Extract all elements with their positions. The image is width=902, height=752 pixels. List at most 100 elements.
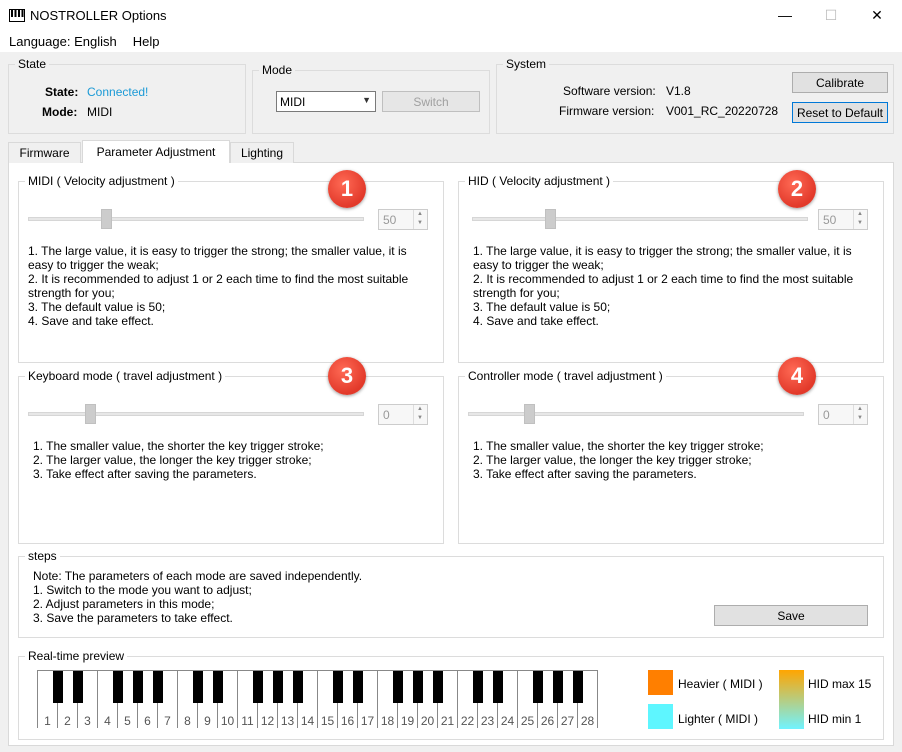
hid-value-spinner[interactable]: 50 ▲ ▼ (818, 209, 868, 230)
description-line: 1. The smaller value, the shorter the ke… (473, 439, 764, 453)
piano-key-number: 7 (164, 714, 171, 728)
piano-black-key (113, 671, 123, 703)
piano-black-key (53, 671, 63, 703)
piano-key-number: 23 (480, 714, 495, 728)
description-line: 2. The larger value, the longer the key … (473, 453, 752, 467)
menu-help[interactable]: Help (133, 34, 160, 49)
midi-slider-track[interactable] (28, 217, 364, 221)
keyboard-slider-track[interactable] (28, 412, 364, 416)
tab-firmware[interactable]: Firmware (8, 142, 81, 163)
piano-key-number: 2 (64, 714, 71, 728)
piano-black-key (153, 671, 163, 703)
midi-panel-title: MIDI ( Velocity adjustment ) (25, 174, 178, 188)
piano-key-number: 4 (104, 714, 111, 728)
piano-key-number: 24 (500, 714, 515, 728)
piano-black-key (133, 671, 143, 703)
description-line: 1. The large value, it is easy to trigge… (28, 244, 407, 258)
piano-key-number: 20 (420, 714, 435, 728)
tab-parameter-label: Parameter Adjustment (96, 145, 216, 159)
spinner-arrows[interactable]: ▲ ▼ (853, 210, 867, 229)
piano-black-key (353, 671, 363, 703)
spinner-arrows[interactable]: ▲ ▼ (413, 405, 427, 424)
piano-keyboard: 1 2 3 4 5 6 7 8 9 10 11 12 13 14 15 16 17 18 19 20 21 22 23 24 2… (37, 670, 598, 728)
piano-black-key (433, 671, 443, 703)
piano-black-key (73, 671, 83, 703)
keyboard-value: 0 (383, 407, 390, 422)
spin-up-icon: ▲ (417, 406, 423, 412)
close-icon: ✕ (871, 6, 883, 23)
piano-key-number: 26 (540, 714, 555, 728)
tab-parameter-adjustment[interactable]: Parameter Adjustment (82, 140, 230, 163)
description-line: 2. It is recommended to adjust 1 or 2 ea… (28, 272, 409, 286)
reset-button-label: Reset to Default (796, 105, 884, 120)
menu-language[interactable]: Language: English (9, 34, 117, 49)
steps-description: Note: The parameters of each mode are sa… (33, 569, 533, 625)
description-line: 2. Adjust parameters in this mode; (33, 597, 215, 611)
keyboard-slider-thumb[interactable] (85, 404, 96, 424)
close-button[interactable]: ✕ (854, 0, 900, 30)
menu-bar: Language: English Help (0, 30, 902, 52)
mode-group-legend: Mode (259, 63, 296, 77)
spin-up-icon: ▲ (857, 211, 863, 217)
firmware-version-label: Firmware version: (559, 104, 655, 118)
maximize-button[interactable]: ☐ (808, 0, 854, 30)
controller-panel-title: Controller mode ( travel adjustment ) (465, 369, 666, 383)
spin-down-icon: ▼ (857, 415, 863, 421)
tab-lighting[interactable]: Lighting (230, 142, 294, 163)
badge-1: 1 (328, 170, 366, 208)
piano-key-number: 16 (340, 714, 355, 728)
switch-button[interactable]: Switch (382, 91, 480, 112)
description-line: 1. The smaller value, the shorter the ke… (33, 439, 324, 453)
description-line: Note: The parameters of each mode are sa… (33, 569, 363, 583)
controller-slider-track[interactable] (468, 412, 804, 416)
hid-slider-thumb[interactable] (545, 209, 556, 229)
mode-label: Mode: (42, 105, 78, 119)
firmware-version-value: V001_RC_20220728 (666, 104, 779, 118)
piano-key-number: 28 (580, 714, 595, 728)
piano-key-number: 22 (460, 714, 475, 728)
tab-lighting-label: Lighting (240, 146, 284, 160)
piano-key-number: 27 (560, 714, 575, 728)
steps-title: steps (25, 549, 60, 563)
keyboard-value-spinner[interactable]: 0 ▲ ▼ (378, 404, 428, 425)
midi-value-spinner[interactable]: 50 ▲ ▼ (378, 209, 428, 230)
piano-black-key (393, 671, 403, 703)
description-line: 3. Save the parameters to take effect. (33, 611, 233, 625)
piano-black-key (193, 671, 203, 703)
hid-value: 50 (823, 212, 837, 227)
badge-3: 3 (328, 357, 366, 395)
hid-slider-track[interactable] (472, 217, 808, 221)
description-line: strength for you; (28, 286, 115, 300)
chevron-down-icon: ▼ (362, 95, 371, 105)
piano-black-key (553, 671, 563, 703)
mode-select[interactable]: MIDI ▼ (276, 91, 376, 112)
spinner-arrows[interactable]: ▲ ▼ (413, 210, 427, 229)
description-line: easy to trigger the weak; (473, 258, 604, 272)
software-version-value: V1.8 (666, 84, 691, 98)
piano-black-key (493, 671, 503, 703)
reset-to-default-button[interactable]: Reset to Default (792, 102, 888, 123)
controller-value: 0 (823, 407, 830, 422)
preview-title: Real-time preview (25, 649, 128, 663)
controller-slider-thumb[interactable] (524, 404, 535, 424)
piano-black-key (413, 671, 423, 703)
hid-description: 1. The large value, it is easy to trigge… (473, 244, 878, 328)
calibrate-button-label: Calibrate (815, 75, 865, 90)
save-button[interactable]: Save (714, 605, 868, 626)
piano-key-number: 21 (440, 714, 455, 728)
minimize-button[interactable]: — (762, 0, 808, 30)
piano-key-number: 18 (380, 714, 395, 728)
hid-min-label: HID min 1 (808, 712, 862, 726)
spin-down-icon: ▼ (417, 220, 423, 226)
piano-black-key (333, 671, 343, 703)
description-line: 4. Save and take effect. (473, 314, 599, 328)
switch-button-label: Switch (413, 94, 449, 109)
calibrate-button[interactable]: Calibrate (792, 72, 888, 93)
description-line: 3. Take effect after saving the paramete… (33, 467, 257, 481)
controller-value-spinner[interactable]: 0 ▲ ▼ (818, 404, 868, 425)
badge-2: 2 (778, 170, 816, 208)
piano-black-key (473, 671, 483, 703)
midi-slider-thumb[interactable] (101, 209, 112, 229)
spinner-arrows[interactable]: ▲ ▼ (853, 405, 867, 424)
hid-panel-title: HID ( Velocity adjustment ) (465, 174, 614, 188)
